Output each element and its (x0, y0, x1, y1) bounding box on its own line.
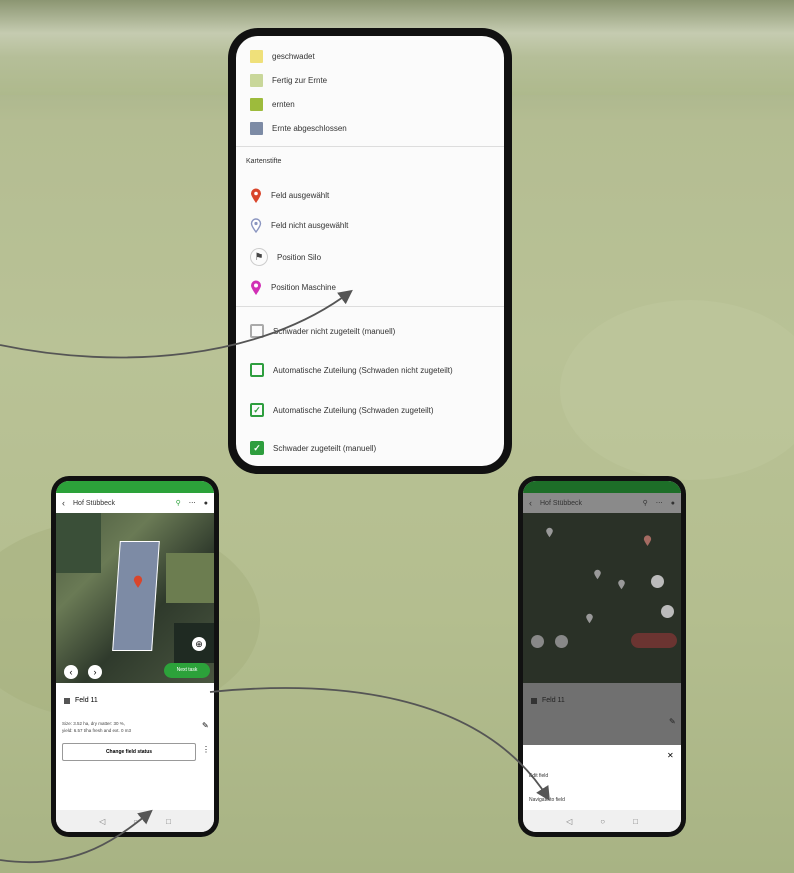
arrow-to-field-panel (0, 809, 153, 864)
arrow-to-legend (0, 289, 353, 359)
arrow-to-sheet (209, 687, 550, 802)
connector-arrows (0, 289, 550, 864)
